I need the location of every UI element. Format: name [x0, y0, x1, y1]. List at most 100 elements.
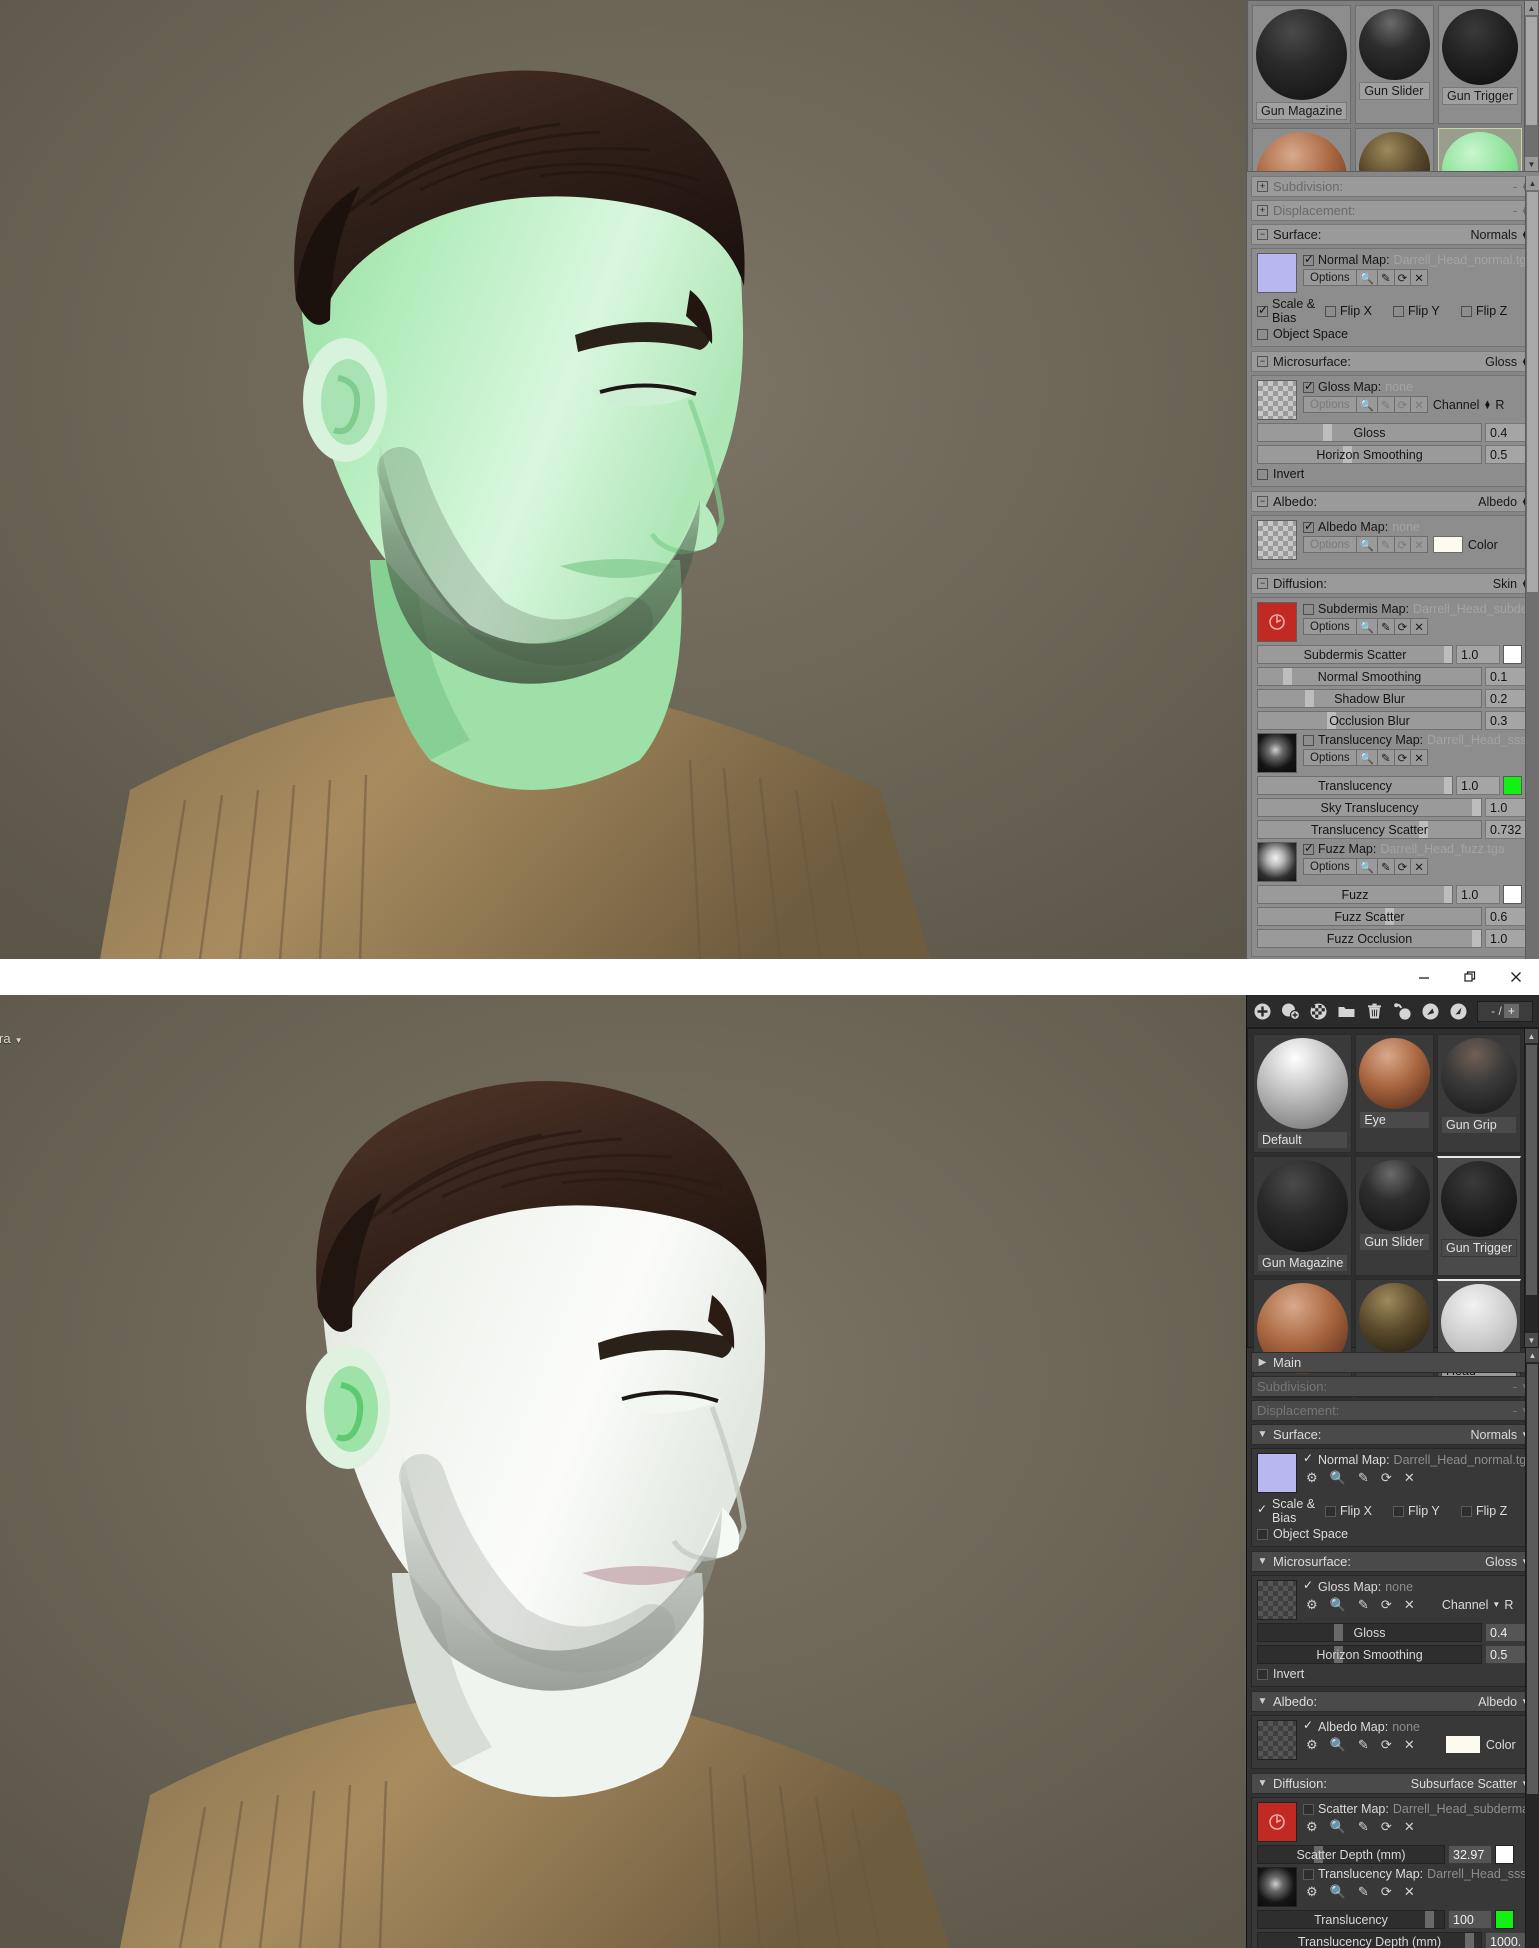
- slider-value[interactable]: 32.97: [1448, 1845, 1492, 1864]
- scatter-map-checkbox[interactable]: [1303, 1803, 1314, 1815]
- section-surface[interactable]: − Surface: Normals ▲▼: [1251, 224, 1535, 245]
- minimize-button[interactable]: [1401, 959, 1447, 995]
- slider-value[interactable]: 1.0: [1485, 798, 1529, 817]
- options-button[interactable]: Options: [1303, 749, 1357, 766]
- slider-value[interactable]: 0.6: [1485, 907, 1529, 926]
- gear-icon[interactable]: ⚙: [1303, 1883, 1321, 1900]
- slider-gloss[interactable]: Gloss 0.4: [1257, 423, 1529, 442]
- gear-icon[interactable]: ⚙: [1303, 1469, 1321, 1486]
- search-icon[interactable]: 🔍: [1327, 1736, 1349, 1753]
- pencil-icon[interactable]: ✎: [1376, 396, 1395, 413]
- translucency-map-checkbox[interactable]: [1303, 734, 1314, 746]
- reload-icon[interactable]: ⟳: [1378, 1469, 1395, 1486]
- section-displacement[interactable]: + Displacement: - ▲▼: [1251, 200, 1535, 221]
- scroll-thumb[interactable]: [1526, 17, 1537, 125]
- section-displacement[interactable]: Displacement: - ▼: [1251, 1400, 1535, 1421]
- pencil-icon[interactable]: ✎: [1376, 749, 1395, 766]
- chevron-right-icon[interactable]: ▶: [1257, 1357, 1268, 1368]
- slider-translucency[interactable]: Translucency 1.0: [1257, 776, 1529, 795]
- gloss-map-thumbnail[interactable]: [1257, 1580, 1297, 1620]
- chevron-down-icon[interactable]: ▼: [15, 1036, 23, 1045]
- material-cell[interactable]: Gun Grip: [1436, 1034, 1521, 1154]
- flip-z-checkbox[interactable]: [1461, 1505, 1472, 1517]
- add-icon[interactable]: [1253, 1002, 1272, 1021]
- albedo-map-checkbox[interactable]: [1303, 520, 1314, 533]
- scroll-down-arrow[interactable]: ▼: [1525, 157, 1538, 171]
- subdermis-map-thumbnail[interactable]: [1257, 602, 1297, 642]
- material-cell-selected[interactable]: Head: [1437, 128, 1522, 171]
- trash-icon[interactable]: [1365, 1002, 1384, 1021]
- scroll-thumb[interactable]: [1526, 1045, 1537, 1295]
- translucency-map-thumbnail[interactable]: [1257, 1867, 1297, 1907]
- material-grid-scrollbar[interactable]: ▲ ▼: [1524, 1029, 1538, 1347]
- normal-map-thumbnail[interactable]: [1257, 1453, 1297, 1493]
- scroll-up-arrow[interactable]: ▲: [1525, 1, 1538, 15]
- collapse-icon[interactable]: −: [1257, 578, 1268, 589]
- close-icon[interactable]: ✕: [1410, 269, 1428, 286]
- slider-horizon-smoothing[interactable]: Horizon Smoothing 0.5: [1257, 1645, 1529, 1664]
- slider-value[interactable]: 0.2: [1485, 689, 1529, 708]
- add-material-icon[interactable]: [1281, 1002, 1300, 1021]
- albedo-color-swatch[interactable]: [1432, 536, 1463, 553]
- search-icon[interactable]: 🔍: [1327, 1883, 1349, 1900]
- scale-bias-checkbox[interactable]: [1257, 1503, 1268, 1517]
- translucency-map-thumbnail[interactable]: [1257, 733, 1297, 773]
- scroll-thumb[interactable]: [1527, 1364, 1538, 1794]
- flip-x-checkbox[interactable]: [1325, 305, 1336, 317]
- top-panel-scrollbar[interactable]: ▲: [1525, 176, 1539, 959]
- viewport-camera-label[interactable]: nera ▼: [0, 1031, 23, 1046]
- scroll-down-arrow[interactable]: ▼: [1525, 1333, 1538, 1347]
- reload-icon[interactable]: ⟳: [1378, 1883, 1395, 1900]
- close-icon[interactable]: ✕: [1401, 1736, 1418, 1753]
- gloss-map-checkbox[interactable]: [1303, 1580, 1314, 1593]
- close-icon[interactable]: ✕: [1410, 858, 1428, 875]
- bottom-viewport[interactable]: nera ▼: [0, 995, 1246, 1948]
- section-microsurface[interactable]: ▼ Microsurface: Gloss ▼: [1251, 1551, 1535, 1572]
- albedo-color-swatch[interactable]: [1445, 1736, 1480, 1753]
- section-albedo[interactable]: ▼ Albedo: Albedo ▼: [1251, 1691, 1535, 1712]
- material-cell[interactable]: Hand: [1355, 128, 1434, 171]
- invert-row[interactable]: Invert: [1257, 467, 1529, 481]
- normal-map-thumbnail[interactable]: [1257, 253, 1297, 293]
- section-main[interactable]: ▶ Main: [1251, 1352, 1535, 1373]
- albedo-map-thumbnail[interactable]: [1257, 1720, 1297, 1760]
- flip-y-checkbox[interactable]: [1393, 305, 1404, 317]
- scale-bias-checkbox[interactable]: [1257, 304, 1268, 317]
- close-icon[interactable]: ✕: [1401, 1818, 1418, 1835]
- slider-value[interactable]: 1000.: [1485, 1932, 1529, 1948]
- checker-sphere-icon[interactable]: [1309, 1002, 1328, 1021]
- search-icon[interactable]: 🔍: [1327, 1596, 1349, 1613]
- albedo-map-checkbox[interactable]: [1303, 1720, 1314, 1733]
- section-diffusion[interactable]: − Diffusion: Skin ▲▼: [1251, 573, 1535, 594]
- flip-x-checkbox[interactable]: [1325, 1505, 1336, 1517]
- object-space-checkbox[interactable]: [1257, 1528, 1268, 1540]
- material-cell[interactable]: Gun Slider: [1355, 1156, 1434, 1276]
- scroll-up-arrow[interactable]: ▲: [1525, 1029, 1538, 1043]
- section-microsurface[interactable]: − Microsurface: Gloss ▲▼: [1251, 351, 1535, 372]
- flag-flip-y[interactable]: Flip Y: [1393, 304, 1461, 318]
- expand-icon[interactable]: +: [1257, 205, 1268, 216]
- folder-icon[interactable]: [1337, 1002, 1356, 1021]
- gear-icon[interactable]: ⚙: [1303, 1818, 1321, 1835]
- slider-translucency-depth[interactable]: Translucency Depth (mm) 1000.: [1257, 1932, 1529, 1948]
- options-button[interactable]: Options: [1303, 536, 1357, 553]
- reload-icon[interactable]: ⟳: [1393, 618, 1412, 635]
- subdermis-map-checkbox[interactable]: [1303, 603, 1314, 615]
- reload-icon[interactable]: ⟳: [1378, 1736, 1395, 1753]
- search-icon[interactable]: 🔍: [1327, 1469, 1349, 1486]
- reload-icon[interactable]: ⟳: [1393, 536, 1412, 553]
- section-albedo[interactable]: − Albedo: Albedo ▲▼: [1251, 491, 1535, 512]
- close-icon[interactable]: ✕: [1410, 536, 1428, 553]
- object-space-row[interactable]: Object Space: [1257, 1527, 1529, 1541]
- object-space-checkbox[interactable]: [1257, 328, 1268, 340]
- expand-icon[interactable]: +: [1257, 181, 1268, 192]
- slider-value[interactable]: 0.1: [1485, 667, 1529, 686]
- slider-gloss[interactable]: Gloss 0.4: [1257, 1623, 1529, 1642]
- section-surface[interactable]: ▼ Surface: Normals ▼: [1251, 1424, 1535, 1445]
- top-material-grid[interactable]: Gun Magazine Gun Slider Gun Trigger Hair: [1247, 0, 1539, 172]
- albedo-map-thumbnail[interactable]: [1257, 520, 1297, 560]
- compass-alt-icon[interactable]: [1449, 1002, 1468, 1021]
- reload-icon[interactable]: ⟳: [1393, 858, 1412, 875]
- invert-checkbox[interactable]: [1257, 468, 1268, 480]
- channel-updown-icon[interactable]: ▲ ▼: [1483, 398, 1491, 410]
